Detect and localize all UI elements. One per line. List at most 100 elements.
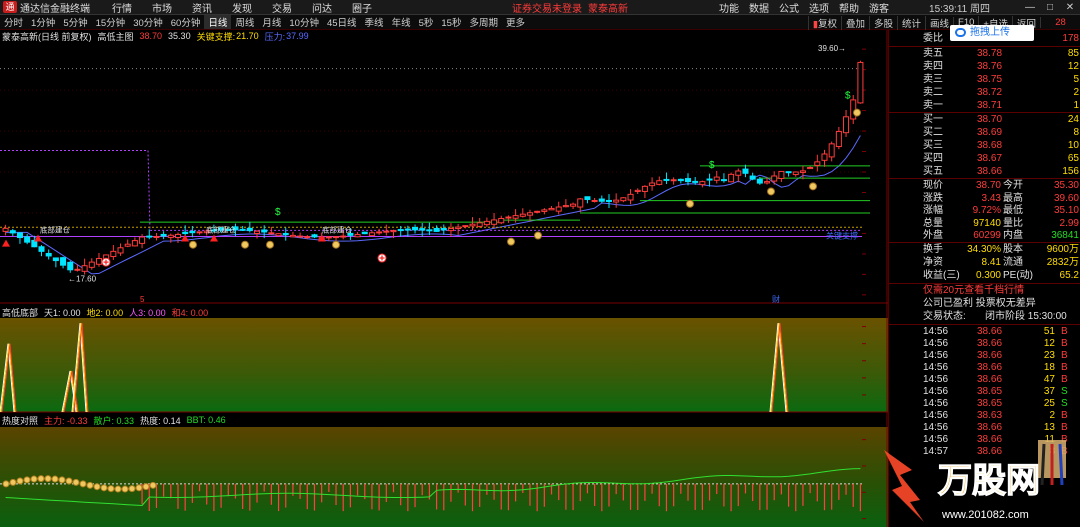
candle-body bbox=[117, 247, 124, 254]
upload-label: 拖拽上传 bbox=[970, 27, 1010, 38]
stat-row: 外盘 60299 内盘 36841 bbox=[889, 230, 1080, 242]
period-more[interactable]: 更多 bbox=[502, 15, 529, 29]
stat-label: 外盘 bbox=[923, 230, 943, 241]
candle-body bbox=[153, 236, 160, 239]
period-15min[interactable]: 15分钟 bbox=[92, 15, 130, 29]
candle-body bbox=[196, 231, 203, 234]
period-60min[interactable]: 60分钟 bbox=[167, 15, 205, 29]
candle-body bbox=[304, 236, 311, 239]
period-45day[interactable]: 45日线 bbox=[323, 15, 361, 29]
period-year[interactable]: 年线 bbox=[388, 15, 415, 29]
tool-diejia[interactable]: 叠加 bbox=[840, 15, 869, 30]
period-30min[interactable]: 30分钟 bbox=[129, 15, 167, 29]
tool-fuquan[interactable]: ▮复权 bbox=[807, 15, 841, 30]
sub2-dot bbox=[2, 480, 10, 488]
menu-hangqing[interactable]: 行情 bbox=[112, 0, 132, 15]
tool-huaxian[interactable]: 画线 bbox=[925, 15, 953, 30]
menu-wenda[interactable]: 问达 bbox=[312, 0, 332, 15]
menu-quanzi[interactable]: 圈子 bbox=[352, 0, 372, 15]
minimize-icon[interactable]: — bbox=[1020, 2, 1040, 13]
stat2-value-2: 65.2 bbox=[1059, 270, 1079, 281]
period-5sec[interactable]: 5秒 bbox=[415, 15, 438, 29]
promo-row[interactable]: 仅需20元查看千档行情 bbox=[889, 285, 1080, 297]
period-weekly[interactable]: 周线 bbox=[231, 15, 258, 29]
candle-body bbox=[333, 236, 340, 239]
period-10min[interactable]: 10分钟 bbox=[285, 15, 323, 29]
menu-youke[interactable]: 游客 bbox=[869, 0, 889, 15]
buy-vol: 10 bbox=[1067, 140, 1079, 151]
period-1min[interactable]: 1分钟 bbox=[27, 15, 59, 29]
stat2-label-2: 股本 bbox=[1003, 244, 1023, 255]
stat-value-2: 2.99 bbox=[1059, 217, 1079, 229]
sell-price: 38.78 bbox=[977, 48, 1003, 59]
tool-tongji[interactable]: 统计 bbox=[897, 15, 925, 30]
tick-price: 38.66 bbox=[977, 338, 1003, 349]
menu-shichang[interactable]: 市场 bbox=[152, 0, 172, 15]
tool-duogu[interactable]: 多股 bbox=[869, 15, 897, 30]
sub2-name[interactable]: 热度对照 bbox=[2, 414, 38, 427]
stat-label: 涨跌 bbox=[923, 192, 943, 204]
menu-faxian[interactable]: 发现 bbox=[232, 0, 252, 15]
candle-body bbox=[74, 268, 81, 271]
period-monthly[interactable]: 月线 bbox=[258, 15, 285, 29]
maximize-icon[interactable]: □ bbox=[1040, 2, 1060, 13]
candle-body bbox=[728, 173, 735, 183]
company-info: 公司已盈利 投票权无差异 bbox=[923, 298, 1036, 309]
stat-value: 9.72% bbox=[972, 205, 1001, 216]
buy-label: 买二 bbox=[923, 127, 943, 138]
sub2-dot bbox=[16, 477, 24, 485]
sell-price: 38.72 bbox=[977, 87, 1003, 98]
menu-xuanxiang[interactable]: 选项 bbox=[809, 0, 829, 15]
indicator-name[interactable]: 高低主图 bbox=[98, 30, 134, 43]
buy-label: 买一 bbox=[923, 114, 943, 125]
period-5min[interactable]: 5分钟 bbox=[59, 15, 91, 29]
menu-shuju[interactable]: 数据 bbox=[749, 0, 769, 15]
sub1-name[interactable]: 高低底部 bbox=[2, 306, 38, 319]
menu-gongneng[interactable]: 功能 bbox=[719, 0, 739, 15]
buy-price: 38.68 bbox=[977, 140, 1003, 151]
period-fenshi[interactable]: 分时 bbox=[0, 15, 27, 29]
sell-row: 卖二 38.72 2 bbox=[889, 87, 1080, 99]
menu-zixun[interactable]: 资讯 bbox=[192, 0, 212, 15]
status-value: 闭市阶段 15:30:00 bbox=[985, 311, 1067, 322]
dollar-icon: $ bbox=[709, 160, 715, 171]
period-15sec[interactable]: 15秒 bbox=[437, 15, 465, 29]
chart-area[interactable]: 40.0038.0036.0034.0032.0030.0028.0026.00… bbox=[0, 30, 922, 527]
candle-body bbox=[325, 236, 332, 239]
upload-button[interactable]: 拖拽上传 bbox=[950, 25, 1034, 41]
close-icon[interactable]: ✕ bbox=[1060, 2, 1080, 13]
candle-body bbox=[289, 234, 296, 238]
candle-body bbox=[174, 233, 182, 239]
menu-bangzhu[interactable]: 帮助 bbox=[839, 0, 859, 15]
candle-body bbox=[491, 219, 498, 225]
kline-chart[interactable]: 40.0038.0036.0034.0032.0030.0028.0026.00… bbox=[0, 30, 922, 527]
tick-vol: 47 bbox=[1043, 374, 1055, 385]
buy-row: 买四 38.67 65 bbox=[889, 153, 1080, 165]
tab-number[interactable]: 28 bbox=[1040, 17, 1080, 28]
tick-dir: S bbox=[1061, 398, 1068, 409]
tick-row: 14:56 38.66 51 B bbox=[889, 326, 1080, 338]
period-multi[interactable]: 多周期 bbox=[465, 15, 502, 29]
menu-gongshi[interactable]: 公式 bbox=[779, 0, 799, 15]
tool-fuquan-label: 复权 bbox=[817, 18, 837, 30]
tick-dir: B bbox=[1061, 350, 1068, 361]
sell-row: 卖一 38.71 1 bbox=[889, 100, 1080, 112]
tick-time: 14:56 bbox=[923, 386, 949, 397]
candle-body bbox=[591, 199, 598, 202]
pressure-value: 37.99 bbox=[286, 31, 309, 41]
sub2-dot bbox=[65, 477, 73, 485]
pressure-label: 压力: bbox=[264, 31, 286, 42]
login-notice[interactable]: 证券交易未登录 bbox=[512, 0, 582, 15]
candle-body bbox=[268, 232, 275, 235]
period-daily[interactable]: 日线 bbox=[204, 15, 232, 29]
promo-text[interactable]: 仅需20元查看千档行情 bbox=[923, 285, 1024, 297]
info-row: 公司已盈利 投票权无差异 bbox=[889, 298, 1080, 310]
candle-body bbox=[95, 258, 102, 265]
menu-jiaoyi[interactable]: 交易 bbox=[272, 0, 292, 15]
candle-body bbox=[620, 197, 627, 202]
period-quarter[interactable]: 季线 bbox=[361, 15, 388, 29]
candle-body bbox=[354, 234, 361, 238]
candle-body bbox=[634, 189, 641, 192]
money-bag-icon bbox=[507, 237, 515, 246]
marker-5: 5 bbox=[140, 295, 145, 304]
